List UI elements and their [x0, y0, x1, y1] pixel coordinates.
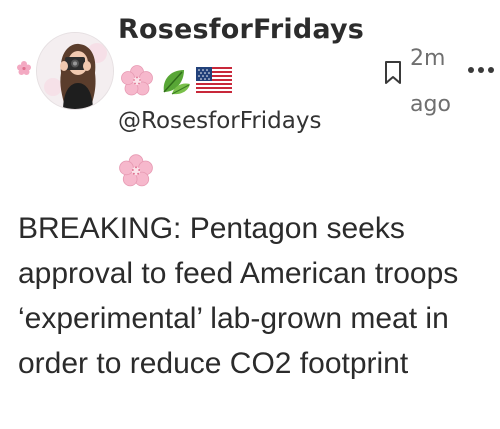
- flower-icon: [17, 61, 31, 75]
- post-card: RosesforFridays 2m ago @RosesforFridays …: [0, 0, 500, 429]
- more-dots-icon[interactable]: [466, 60, 496, 80]
- post-text: BREAKING: Pentagon seeks approval to fee…: [18, 212, 459, 380]
- display-name[interactable]: RosesforFridays: [118, 14, 364, 45]
- bookmark-icon[interactable]: [382, 60, 404, 86]
- avatar-photo: [37, 33, 113, 109]
- user-handle[interactable]: @RosesforFridays: [118, 108, 321, 134]
- us-flag-icon: [196, 67, 232, 97]
- cherry-blossom-icon: [120, 64, 154, 100]
- leaves-icon: [158, 64, 192, 100]
- profile-emoji-row: [120, 64, 232, 100]
- cherry-blossom-icon: [119, 154, 153, 187]
- timestamp: 2m ago: [410, 46, 451, 117]
- avatar[interactable]: [36, 32, 114, 110]
